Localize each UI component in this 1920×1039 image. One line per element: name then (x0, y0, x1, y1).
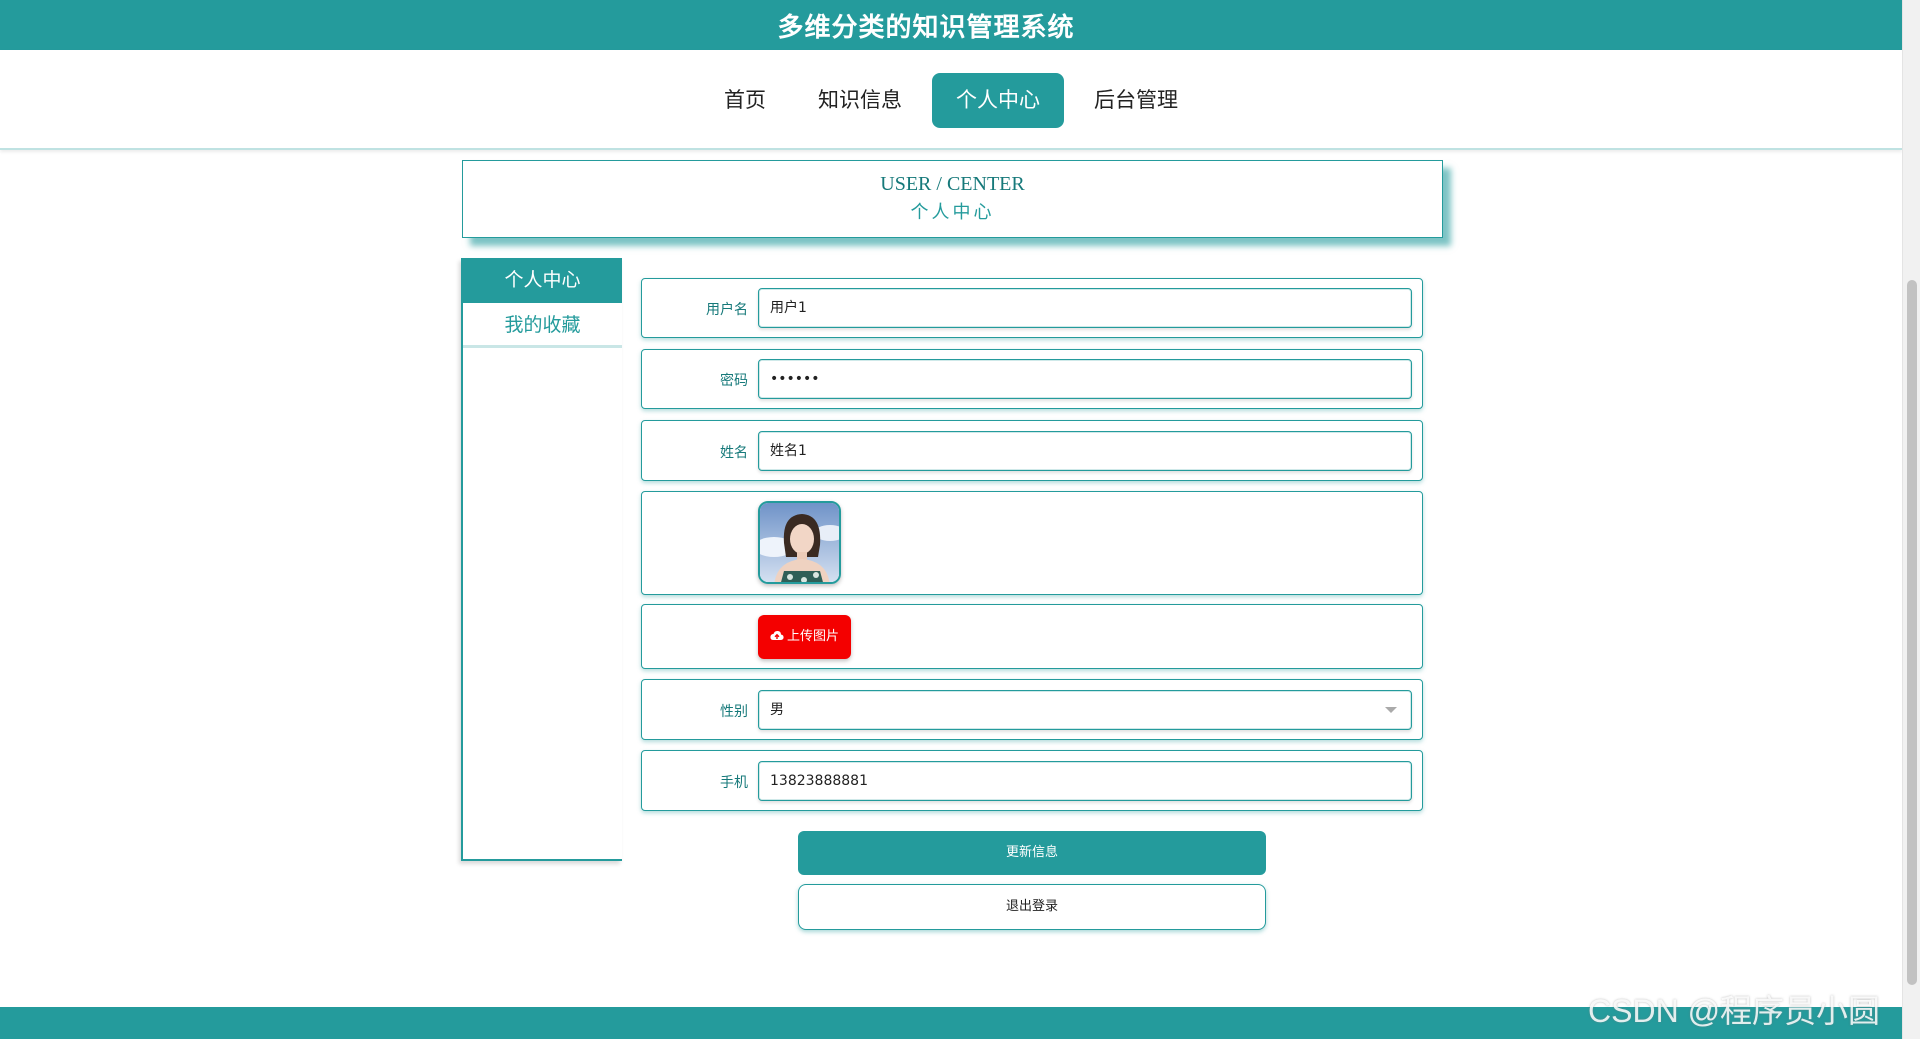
site-title: 多维分类的知识管理系统 (777, 12, 1075, 43)
sidebar-item-favorites[interactable]: 我的收藏 (463, 303, 622, 348)
banner-title-cn: 个人中心 (910, 202, 995, 223)
name-label: 姓名 (720, 445, 748, 461)
avatar-photo-icon (760, 503, 839, 582)
upload-image-label: 上传图片 (786, 629, 839, 644)
vertical-scrollbar[interactable] (1902, 0, 1920, 1039)
upload-image-button[interactable]: 上传图片 (758, 615, 851, 659)
avatar (758, 501, 841, 584)
top-header-bar: 多维分类的知识管理系统 (0, 0, 1902, 50)
gender-row: 性别 男 (641, 679, 1423, 740)
nav-item-home[interactable]: 首页 (712, 73, 778, 128)
name-input[interactable]: 姓名1 (758, 431, 1412, 471)
cloud-upload-icon (770, 630, 784, 640)
update-info-button[interactable]: 更新信息 (798, 831, 1266, 875)
gender-select[interactable]: 男 (758, 690, 1412, 730)
name-row: 姓名 姓名1 (641, 420, 1423, 481)
username-input[interactable]: 用户1 (758, 288, 1412, 328)
scrollbar-thumb[interactable] (1907, 280, 1917, 985)
upload-row: 上传图片 (641, 604, 1423, 669)
phone-input[interactable]: 13823888881 (758, 761, 1412, 801)
main-nav: 首页 知识信息 个人中心 后台管理 (0, 50, 1902, 150)
avatar-row (641, 491, 1423, 595)
username-row: 用户名 用户1 (641, 278, 1423, 338)
nav-item-knowledge[interactable]: 知识信息 (810, 73, 910, 128)
phone-row: 手机 13823888881 (641, 750, 1423, 811)
logout-button[interactable]: 退出登录 (798, 884, 1266, 930)
csdn-watermark: CSDN @程序员小圆 (1588, 993, 1881, 1029)
page-title-banner: USER / CENTER 个人中心 (462, 160, 1443, 238)
password-label: 密码 (720, 373, 748, 389)
nav-item-admin[interactable]: 后台管理 (1086, 73, 1186, 128)
username-label: 用户名 (706, 302, 748, 318)
nav-item-user-center[interactable]: 个人中心 (932, 73, 1064, 128)
banner-title-en: USER / CENTER (880, 173, 1025, 195)
sidebar: 个人中心 我的收藏 (461, 258, 622, 861)
phone-label: 手机 (720, 775, 748, 791)
chevron-down-icon (1385, 707, 1397, 713)
gender-label: 性别 (720, 704, 748, 720)
password-row: 密码 •••••• (641, 349, 1423, 409)
password-input[interactable]: •••••• (758, 359, 1412, 399)
gender-selected-value: 男 (770, 702, 784, 718)
sidebar-item-user-center[interactable]: 个人中心 (463, 258, 622, 303)
